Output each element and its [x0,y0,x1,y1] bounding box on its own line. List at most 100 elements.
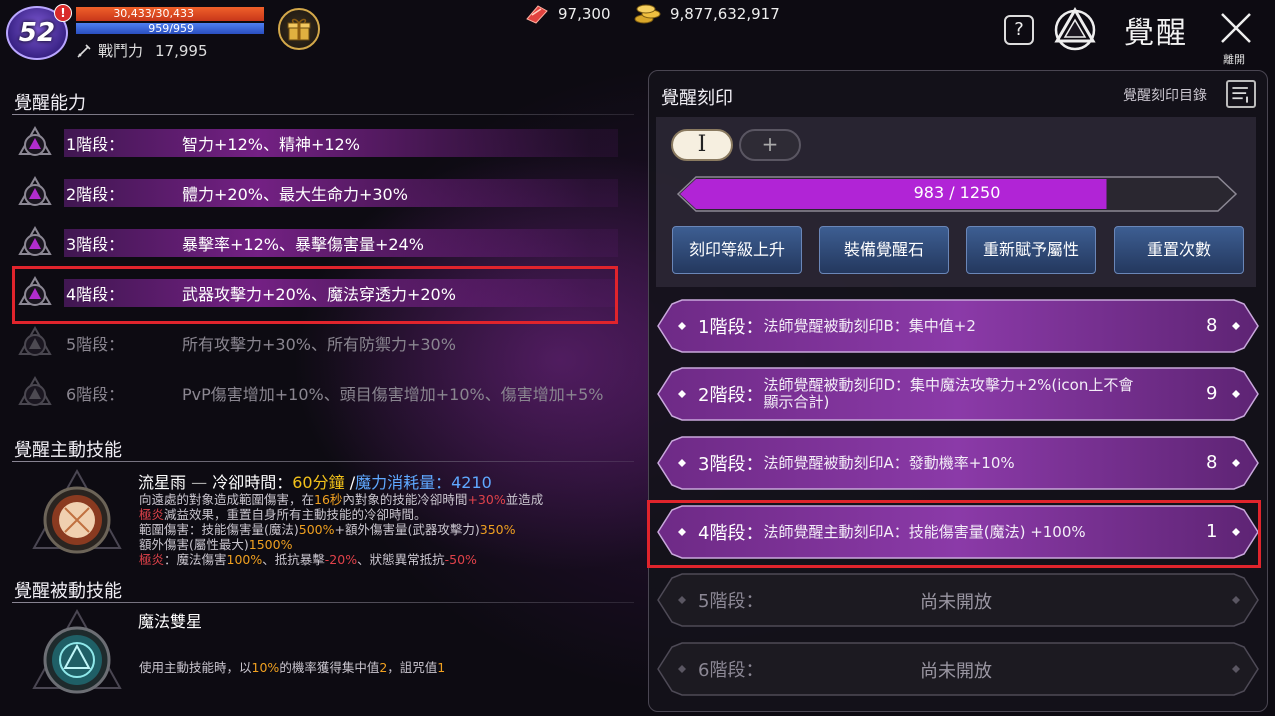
stage-effect: PvP傷害增加+10%、頭目傷害增加+10%、傷害增加+5% [182,385,604,404]
gold-icon [634,4,661,24]
stage-emblem-icon [18,376,52,406]
imprint-progress-text: 983 / 1250 [913,183,1001,202]
gift-button[interactable] [278,8,320,50]
stage-bar: 3階段： 暴擊率+12%、暴擊傷害量+24% [64,229,618,257]
desc-value: 1 [437,660,446,675]
mana-cost-value: 4210 [451,473,492,492]
divider [12,602,634,603]
mp-text: 959/959 [148,22,194,35]
meteor-shower-skill-icon[interactable] [30,468,124,562]
desc-keyword: 極炎 [139,552,165,567]
combat-power: 戰鬥力 17,995 [76,40,208,61]
crystal-amount: 97,300 [558,5,611,23]
combat-power-value: 17,995 [155,41,208,60]
imprint-stage-row[interactable]: 3階段： 法師覺醒被動刻印A：發動機率+10% 8 [656,435,1260,491]
tab-imprint-I[interactable]: I [671,129,733,161]
stage-4-highlight [12,266,618,324]
imprint-action-button[interactable]: 裝備覺醒石 [819,226,949,274]
divider [12,461,634,462]
active-skill-description: 向遠處的對象造成範圍傷害，在16秒內對象的技能冷卻時間+30%並造成 極炎減益效… [139,492,619,567]
desc-value: 16秒 [314,492,343,507]
awakening-stage-row: 5階段： 所有攻擊力+30%、所有防禦力+30% [18,323,618,363]
desc-text: 並造成 [505,492,544,507]
tab-add[interactable]: + [739,129,801,161]
mana-cost-label: 魔力消耗量： [355,473,452,492]
crystal-currency: 97,300 [524,3,611,25]
desc-value: 500% [298,522,335,537]
desc-line: 額外傷害(屬性最大)1500% [139,537,619,552]
alert-badge: ! [54,4,72,22]
dash-separator: — [191,473,208,492]
imprint-panel-title: 覺醒刻印 [661,88,733,109]
imprint-stage-name: 5階段： [698,591,764,612]
stage-emblem-icon [18,126,52,156]
stage-bar: 5階段： 所有攻擊力+30%、所有防禦力+30% [64,329,618,357]
gift-icon [287,18,311,41]
close-icon[interactable] [1218,10,1254,46]
awakening-stage-row: 6階段： PvP傷害增加+10%、頭目傷害增加+10%、傷害增加+5% [18,373,618,413]
imprint-description: 法師覺醒被動刻印A：發動機率+10% [763,453,1015,472]
desc-value: -50% [444,552,477,567]
stage-effect: 暴擊率+12%、暴擊傷害量+24% [182,235,424,254]
close-label: 離開 [1223,53,1245,66]
page-title: 覺醒 [1124,16,1188,51]
imprint-locked-text: 尚未開放 [920,661,992,682]
sword-icon [77,43,91,58]
desc-value: -20% [324,552,358,567]
imprint-stage-name: 1階段： [698,317,764,338]
combat-power-label: 戰鬥力 [98,42,144,60]
awakening-ability-title: 覺醒能力 [14,93,86,114]
desc-text: 向遠處的對象造成範圍傷害，在 [139,492,315,507]
imprint-catalog-label[interactable]: 覺醒刻印目錄 [1123,85,1207,105]
desc-text: +額外傷害量(武器攻擊力) [334,522,480,537]
imprint-stage-name: 2階段： [698,385,764,406]
stage-effect: 所有攻擊力+30%、所有防禦力+30% [182,335,456,354]
imprint-stage-row: 6階段： 尚未開放 [656,641,1260,697]
gold-currency: 9,877,632,917 [634,3,780,25]
desc-text: ，詛咒值 [387,660,438,675]
awakening-emblem-icon [1054,7,1096,51]
stage-emblem-icon [18,176,52,206]
imprint-stage-row[interactable]: 1階段： 法師覺醒被動刻印B：集中值+2 8 [656,298,1260,354]
awakening-stage-row: 3階段： 暴擊率+12%、暴擊傷害量+24% [18,223,618,263]
help-button[interactable]: ? [1004,15,1034,45]
imprint-stage-row[interactable]: 2階段： 法師覺醒被動刻印D：集中魔法攻擊力+2%(icon上不會顯示合計) 9 [656,366,1260,422]
imprint-action-button[interactable]: 刻印等級上升 [672,226,802,274]
stage-bar: 1階段： 智力+12%、精神+12% [64,129,618,157]
stage-emblem-icon [18,326,52,356]
desc-line: 範圍傷害：技能傷害量(魔法)500%+額外傷害量(武器攻擊力)350% [139,522,619,537]
desc-line: 向遠處的對象造成範圍傷害，在16秒內對象的技能冷卻時間+30%並造成 [139,492,619,507]
imprint-stage-row: 5階段： 尚未開放 [656,572,1260,628]
crystal-icon [526,5,548,24]
desc-text: 、抵抗暴擊 [262,552,325,567]
desc-text: 的機率獲得集中值 [279,660,380,675]
stage-name: 5階段： [66,335,125,354]
passive-skill-description: 使用主動技能時，以10%的機率獲得集中值2，詛咒值1 [139,660,445,675]
desc-value: 100% [226,552,263,567]
stage-name: 2階段： [66,185,125,204]
magic-twin-stars-skill-icon[interactable] [30,608,124,702]
desc-text: 使用主動技能時，以 [139,660,252,675]
stage-effect: 體力+20%、最大生命力+30% [182,185,408,204]
desc-text: 、狀態異常抵抗 [357,552,445,567]
awakening-stage-row: 1階段： 智力+12%、精神+12% [18,123,618,163]
active-skill-title: 覺醒主動技能 [14,440,122,461]
imprint-action-button[interactable]: 重置次數 [1114,226,1244,274]
passive-skill-name: 魔法雙星 [138,612,203,631]
stage-name: 3階段： [66,235,125,254]
imprint-stage-name: 3階段： [698,454,764,475]
desc-keyword: 極炎 [139,507,165,522]
stage-name: 1階段： [66,135,125,154]
stage-emblem-icon [18,226,52,256]
imprint-description: 法師覺醒被動刻印D：集中魔法攻擊力+2%(icon上不會顯示合計) [763,376,1134,411]
cooldown-label: 冷卻時間： [212,473,293,492]
desc-text: ：魔法傷害 [164,552,227,567]
imprint-level: 8 [1206,315,1218,336]
catalog-list-icon[interactable] [1226,80,1256,108]
imprint-row-content: 2階段： 法師覺醒被動刻印D：集中魔法攻擊力+2%(icon上不會顯示合計) [698,366,1218,422]
imprint-action-button[interactable]: 重新賦予屬性 [966,226,1096,274]
hp-bar: 30,433/30,433 [76,7,264,21]
active-skill-name: 流星雨 [138,473,187,492]
desc-value: 1500% [248,537,293,552]
desc-value: 10% [251,660,280,675]
